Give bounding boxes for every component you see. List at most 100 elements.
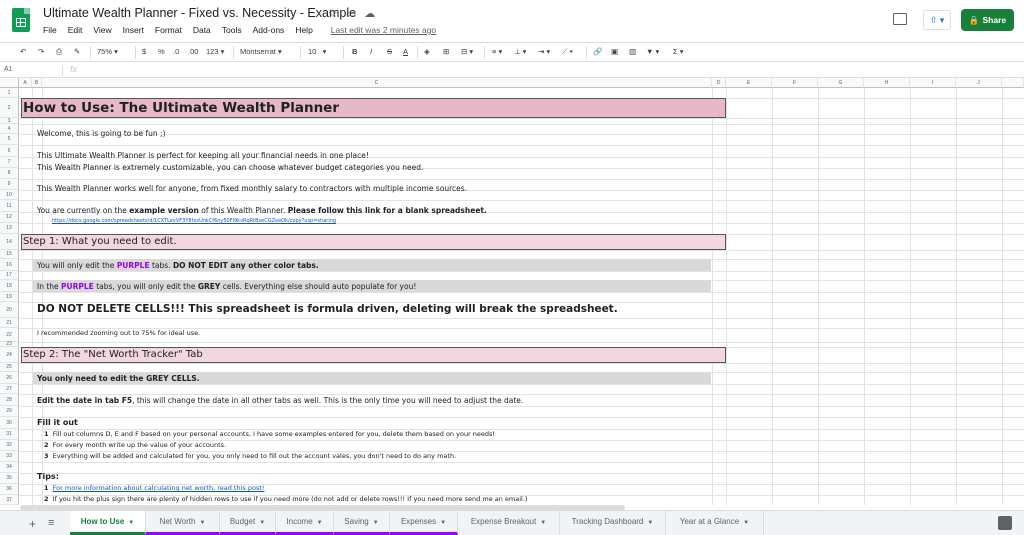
sheet-tab-budget[interactable]: Budget ▼ — [220, 511, 276, 535]
chevron-down-icon[interactable]: ▼ — [317, 520, 323, 526]
row-header[interactable]: 33 — [0, 451, 19, 462]
chevron-down-icon[interactable]: ▼ — [440, 520, 446, 526]
menu-edit[interactable]: Edit — [68, 25, 83, 35]
explore-icon[interactable] — [998, 516, 1012, 530]
chevron-down-icon[interactable]: ▼ — [373, 520, 379, 526]
insert-comment-icon[interactable]: ▣ — [611, 47, 618, 56]
menu-view[interactable]: View — [93, 25, 111, 35]
merge-cells-icon[interactable]: ⊟ ▾ — [461, 47, 473, 56]
row-header[interactable]: 11 — [0, 200, 19, 212]
menu-help[interactable]: Help — [295, 25, 312, 35]
chevron-down-icon[interactable]: ▼ — [199, 520, 205, 526]
filter-icon[interactable]: ▼ ▾ — [646, 47, 659, 56]
insert-link-icon[interactable]: 🔗 — [593, 47, 602, 56]
row-header[interactable]: 18 — [0, 280, 19, 292]
column-header-f[interactable]: F — [772, 78, 818, 88]
bold-button[interactable]: B — [352, 47, 357, 56]
row-header[interactable]: 12 — [0, 212, 19, 223]
row-header[interactable]: 19 — [0, 292, 19, 302]
cloud-status-icon[interactable]: ☁ — [364, 7, 375, 20]
functions-button[interactable]: Σ ▾ — [673, 47, 684, 56]
text-rotation-icon[interactable]: ⟋ ▾ — [562, 47, 573, 57]
menu-tools[interactable]: Tools — [222, 25, 242, 35]
more-formats-button[interactable]: 123 ▾ — [206, 47, 224, 56]
row-header[interactable]: 15 — [0, 250, 19, 259]
borders-icon[interactable]: ⊞ — [443, 47, 449, 56]
comment-history-icon[interactable] — [893, 13, 907, 25]
name-box[interactable]: A1 — [4, 66, 13, 73]
currency-format-button[interactable]: $ — [142, 47, 146, 56]
row-header[interactable]: 4 — [0, 124, 19, 134]
row-header[interactable]: 7 — [0, 157, 19, 168]
undo-icon[interactable]: ↶ — [20, 47, 26, 56]
column-header-g[interactable]: G — [818, 78, 864, 88]
add-sheet-icon[interactable]: + — [29, 517, 36, 531]
last-edit-link[interactable]: Last edit was 2 minutes ago — [331, 25, 436, 35]
spreadsheet-grid[interactable]: A B C D E F G H I J 1 2 3 4 5 6 7 8 9 10 11 12 13 14 1… — [0, 78, 1024, 505]
sheet-tab-year-at-a-glance[interactable]: Year at a Glance ▼ — [666, 511, 764, 535]
row-header[interactable]: 13 — [0, 223, 19, 234]
font-select[interactable]: Montserrat ▾ — [240, 47, 282, 56]
row-header[interactable]: 14 — [0, 234, 19, 250]
print-icon[interactable]: ⎙ — [56, 47, 62, 57]
increase-decimal-button[interactable]: .00 — [188, 47, 198, 56]
row-header[interactable]: 5 — [0, 134, 19, 145]
row-header[interactable]: 21 — [0, 318, 19, 328]
sheet-tab-saving[interactable]: Saving ▼ — [334, 511, 390, 535]
chevron-down-icon[interactable]: ▼ — [540, 520, 546, 526]
row-header[interactable]: 28 — [0, 394, 19, 406]
share-button[interactable]: 🔒 Share — [961, 9, 1014, 31]
column-header-b[interactable]: B — [32, 78, 42, 88]
menu-file[interactable]: File — [43, 25, 57, 35]
menu-addons[interactable]: Add-ons — [253, 25, 285, 35]
row-header[interactable]: 20 — [0, 302, 19, 318]
column-header-j[interactable]: J — [956, 78, 1002, 88]
vertical-align-icon[interactable]: ⊥ ▾ — [514, 47, 526, 56]
row-header[interactable]: 27 — [0, 384, 19, 394]
row-header[interactable]: 16 — [0, 259, 19, 271]
horizontal-align-icon[interactable]: ≡ ▾ — [492, 47, 502, 56]
blank-spreadsheet-link[interactable]: https://docs.google.com/spreadsheets/d/1… — [52, 218, 336, 224]
column-header-a[interactable]: A — [19, 78, 32, 88]
row-header[interactable]: 9 — [0, 179, 19, 190]
row-header[interactable]: 24 — [0, 347, 19, 363]
strikethrough-button[interactable]: S — [387, 47, 392, 56]
chevron-down-icon[interactable]: ▼ — [743, 520, 749, 526]
row-header[interactable]: 2 — [0, 98, 19, 118]
row-header[interactable]: 29 — [0, 406, 19, 417]
row-header[interactable]: 30 — [0, 417, 19, 429]
chevron-down-icon[interactable]: ▼ — [259, 520, 265, 526]
menu-insert[interactable]: Insert — [123, 25, 144, 35]
chevron-down-icon[interactable]: ▼ — [128, 520, 134, 526]
menu-data[interactable]: Data — [193, 25, 211, 35]
net-worth-post-link[interactable]: For more information about calculating n… — [53, 484, 265, 492]
row-header[interactable]: 26 — [0, 372, 19, 384]
row-header[interactable]: 6 — [0, 145, 19, 157]
text-color-button[interactable]: A — [403, 47, 408, 56]
column-header-d[interactable]: D — [712, 78, 726, 88]
select-all-corner[interactable] — [0, 78, 19, 88]
sheet-tab-expenses[interactable]: Expenses ▼ — [390, 511, 458, 535]
insert-chart-icon[interactable]: ▥ — [629, 47, 636, 56]
row-header[interactable]: 34 — [0, 462, 19, 473]
row-header[interactable]: 36 — [0, 484, 19, 495]
paint-format-icon[interactable]: ✎ — [74, 47, 80, 56]
menu-format[interactable]: Format — [155, 25, 182, 35]
column-header-k[interactable] — [1002, 78, 1024, 88]
move-folder-icon[interactable]: ▭ — [346, 7, 356, 20]
sheet-tab-expense-breakout[interactable]: Expense Breakout ▼ — [458, 511, 560, 535]
sheets-logo-icon[interactable] — [12, 8, 30, 32]
column-header-e[interactable]: E — [726, 78, 772, 88]
row-header[interactable]: 31 — [0, 429, 19, 440]
row-header[interactable]: 8 — [0, 168, 19, 179]
redo-icon[interactable]: ↷ — [38, 47, 44, 56]
row-header[interactable]: 37 — [0, 495, 19, 505]
chevron-down-icon[interactable]: ▼ — [647, 520, 653, 526]
row-header[interactable]: 1 — [0, 88, 19, 98]
sheet-tab-net-worth[interactable]: Net Worth ▼ — [146, 511, 220, 535]
sheet-tab-tracking-dashboard[interactable]: Tracking Dashboard ▼ — [560, 511, 666, 535]
decrease-decimal-button[interactable]: .0 — [173, 47, 179, 56]
star-icon[interactable]: ☆ — [328, 7, 338, 20]
italic-button[interactable]: I — [370, 47, 372, 56]
sheet-tab-income[interactable]: Income ▼ — [276, 511, 334, 535]
